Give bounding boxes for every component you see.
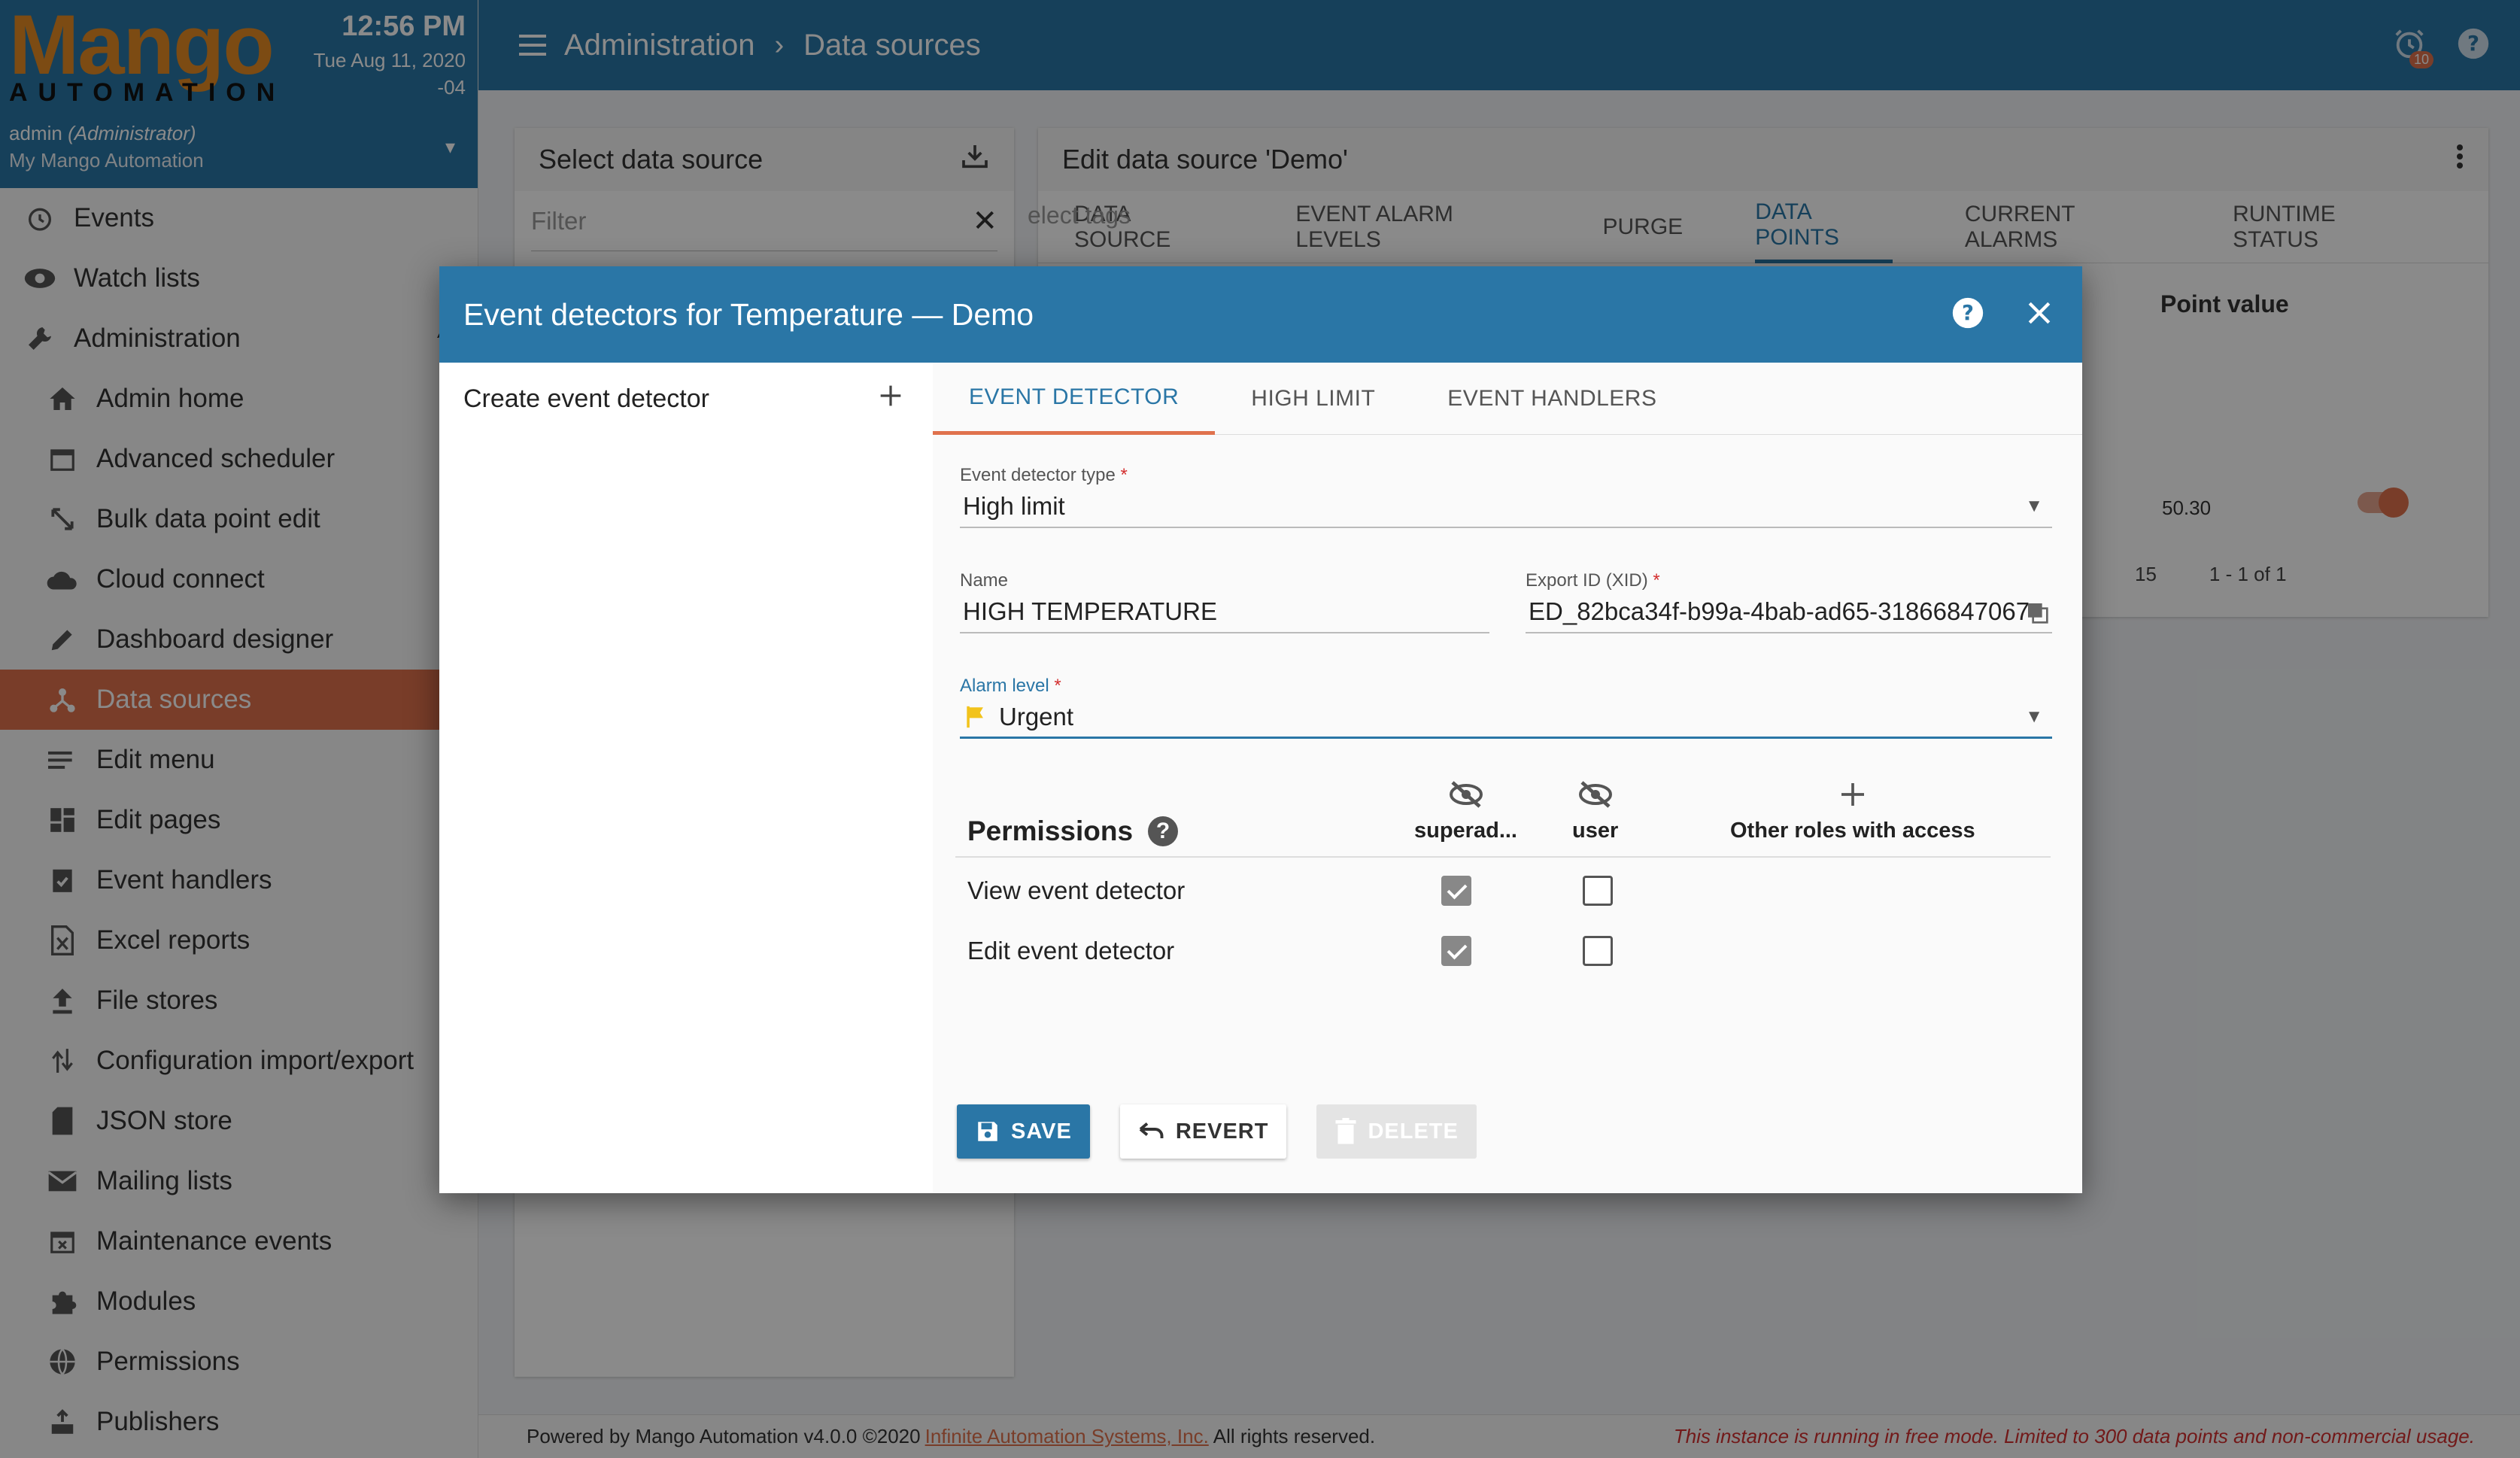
revert-label: REVERT <box>1175 1119 1269 1144</box>
edit-user-checkbox[interactable] <box>1583 936 1613 966</box>
add-role-icon[interactable] <box>1838 779 1868 809</box>
detector-type-select[interactable]: High limit ▼ <box>960 486 2052 528</box>
perm-edit-label: Edit event detector <box>967 937 1175 964</box>
view-superadmin-checkbox[interactable] <box>1441 876 1471 906</box>
permission-row-view: View event detector <box>955 861 2051 921</box>
permissions-header: Permissions ? superad... user Other role… <box>955 773 2051 858</box>
role-user-label: user <box>1572 819 1619 843</box>
detector-type-field[interactable]: Event detector type * High limit ▼ <box>960 465 2052 528</box>
other-roles-label: Other roles with access <box>1730 819 1975 843</box>
edit-superadmin-checkbox[interactable] <box>1441 936 1471 966</box>
save-icon <box>978 1122 997 1141</box>
perm-view-label: View event detector <box>967 876 1186 904</box>
dialog-actions: ? <box>1951 296 2052 333</box>
save-label: SAVE <box>1011 1119 1072 1144</box>
permissions-title: Permissions ? <box>967 816 1179 847</box>
view-user-checkbox[interactable] <box>1583 876 1613 906</box>
visibility-off-icon[interactable] <box>1577 779 1614 809</box>
alarm-level-select[interactable]: Urgent ▼ <box>960 697 2052 739</box>
event-detectors-dialog: Event detectors for Temperature — Demo ?… <box>439 266 2082 1193</box>
detector-list-pane: Create event detector <box>439 363 933 1193</box>
detector-type-value: High limit <box>963 492 1065 520</box>
dialog-buttons: SAVE REVERT DELETE <box>957 1104 1477 1159</box>
flag-icon <box>963 704 988 730</box>
create-event-detector-label: Create event detector <box>463 384 709 413</box>
undo-icon <box>1139 1122 1164 1138</box>
name-field[interactable]: Name HIGH TEMPERATURE <box>960 570 1489 633</box>
delete-label: DELETE <box>1368 1119 1459 1144</box>
xid-field[interactable]: Export ID (XID) * ED_82bca34f-b99a-4bab-… <box>1526 570 2052 633</box>
detector-edit-pane: EVENT DETECTOR HIGH LIMIT EVENT HANDLERS… <box>933 363 2082 1193</box>
dropdown-arrow-icon: ▼ <box>2025 706 2043 727</box>
trash-icon <box>1335 1118 1356 1144</box>
tab-high-limit[interactable]: HIGH LIMIT <box>1215 363 1411 435</box>
permission-row-edit: Edit event detector <box>955 921 2051 981</box>
svg-text:?: ? <box>1962 301 1974 325</box>
copy-icon[interactable] <box>2025 600 2049 630</box>
alarm-level-value: Urgent <box>999 702 1074 731</box>
xid-value: ED_82bca34f-b99a-4bab-ad65-31866847067 <box>1529 597 2030 625</box>
alarm-level-field[interactable]: Alarm level * Urgent ▼ <box>960 676 2052 739</box>
create-event-detector-button[interactable]: Create event detector <box>439 363 933 435</box>
name-input[interactable]: HIGH TEMPERATURE <box>960 591 1489 633</box>
add-icon[interactable] <box>879 384 903 415</box>
detector-tabs: EVENT DETECTOR HIGH LIMIT EVENT HANDLERS <box>933 363 2082 435</box>
dialog-help-icon[interactable]: ? <box>1951 296 1984 333</box>
save-button[interactable]: SAVE <box>957 1104 1090 1159</box>
dialog-title: Event detectors for Temperature — Demo <box>463 296 1034 332</box>
revert-button[interactable]: REVERT <box>1119 1104 1287 1159</box>
alarm-level-label: Alarm level * <box>960 676 1061 696</box>
delete-button[interactable]: DELETE <box>1316 1104 1477 1159</box>
dialog-close-icon[interactable] <box>2027 300 2052 330</box>
xid-input[interactable]: ED_82bca34f-b99a-4bab-ad65-31866847067 <box>1526 591 2052 633</box>
xid-label: Export ID (XID) * <box>1526 570 1660 591</box>
detector-type-label: Event detector type * <box>960 465 1128 485</box>
permissions-help-icon[interactable]: ? <box>1148 816 1179 846</box>
role-column-user: user <box>1572 779 1618 843</box>
dialog-header: Event detectors for Temperature — Demo ? <box>439 266 2082 363</box>
name-label: Name <box>960 570 1009 591</box>
role-superadmin-label: superad... <box>1414 819 1517 843</box>
role-column-superadmin: superad... <box>1414 779 1517 843</box>
tab-event-handlers[interactable]: EVENT HANDLERS <box>1411 363 1693 435</box>
role-column-other: Other roles with access <box>1730 779 1975 843</box>
visibility-off-icon[interactable] <box>1448 779 1484 809</box>
dropdown-arrow-icon: ▼ <box>2025 496 2043 516</box>
tab-event-detector[interactable]: EVENT DETECTOR <box>933 363 1216 435</box>
